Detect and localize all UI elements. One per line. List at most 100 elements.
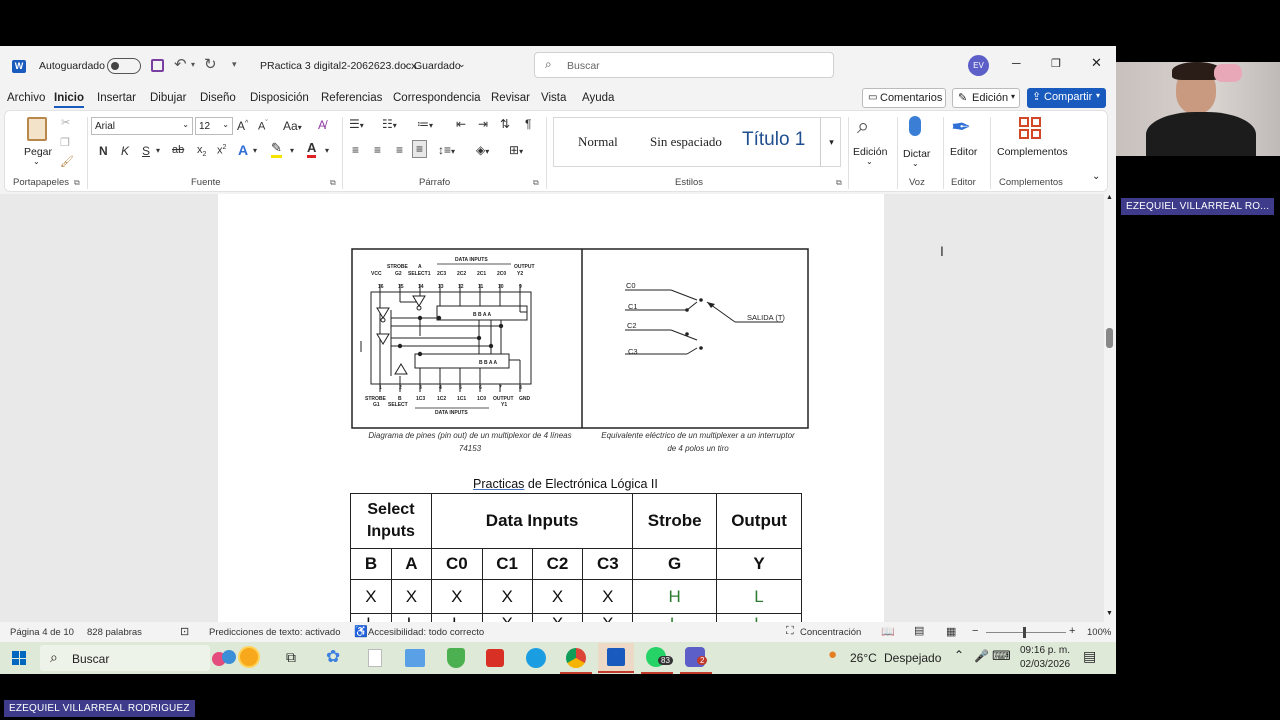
chrome-icon[interactable] — [566, 648, 586, 668]
multilevel-list-icon[interactable]: ≔▾ — [417, 117, 433, 131]
page-count[interactable]: Página 4 de 10 — [10, 627, 74, 638]
accessibility-status[interactable]: Accesibilidad: todo correcto — [368, 627, 484, 638]
weather-widget-icon[interactable] — [212, 646, 270, 670]
customize-qat-icon[interactable]: ▾ — [232, 59, 237, 70]
windows-start-icon[interactable] — [12, 651, 26, 665]
font-size-select[interactable]: 12 ⌄ — [195, 117, 233, 135]
save-icon[interactable] — [151, 59, 164, 72]
restore-icon[interactable]: ❐ — [1051, 57, 1061, 70]
tab-revisar[interactable]: Revisar — [491, 92, 530, 104]
style-normal[interactable]: Normal — [578, 134, 618, 150]
microphone-icon[interactable] — [909, 116, 921, 136]
copy-icon[interactable]: ❐ — [60, 136, 70, 149]
document-area[interactable]: DATA INPUTS OUTPUT VCC STROBE G2 A SELEC… — [0, 194, 1104, 648]
clock-time[interactable]: 09:16 p. m. — [1020, 645, 1070, 656]
word-count[interactable]: 828 palabras — [87, 627, 142, 638]
tab-inicio[interactable]: Inicio — [54, 92, 85, 108]
dialog-launcher-icon[interactable]: ⧉ — [330, 178, 336, 188]
underline-dropdown-icon[interactable]: ▾ — [156, 146, 160, 155]
undo-dropdown-icon[interactable]: ▾ — [191, 60, 195, 69]
share-button[interactable]: ⇪ Compartir ▾ — [1027, 88, 1106, 108]
paste-icon[interactable] — [27, 117, 47, 141]
subscript-button[interactable]: x2 — [197, 144, 206, 158]
shrink-font-icon[interactable]: Aˇ — [258, 120, 268, 133]
tab-diseno[interactable]: Diseño — [200, 92, 236, 104]
saved-chevron-icon[interactable]: ⌄ — [458, 59, 466, 70]
superscript-button[interactable]: x2 — [217, 144, 226, 157]
autosave-toggle[interactable] — [107, 58, 141, 74]
align-right-icon[interactable]: ≡ — [396, 143, 403, 157]
dialog-launcher-icon[interactable]: ⧉ — [533, 178, 539, 188]
tab-ayuda[interactable]: Ayuda — [582, 92, 614, 104]
proofing-icon[interactable]: ⊡ — [180, 625, 189, 638]
close-icon[interactable]: ✕ — [1091, 55, 1102, 71]
focus-mode[interactable]: Concentración — [800, 627, 861, 638]
addins-icon[interactable] — [1019, 117, 1041, 139]
font-color-icon[interactable]: A — [307, 141, 317, 158]
weather-desc[interactable]: Despejado — [884, 651, 941, 665]
align-left-icon[interactable]: ≡ — [352, 143, 359, 157]
strikethrough-button[interactable]: ab — [172, 144, 184, 156]
chevron-down-icon[interactable]: ⌄ — [866, 157, 873, 166]
keyboard-icon[interactable]: ⌨ — [992, 648, 1011, 664]
text-effects-icon[interactable]: A — [238, 142, 248, 158]
chevron-down-icon[interactable]: ▾ — [290, 146, 294, 155]
pdf-icon[interactable] — [486, 649, 504, 667]
tab-referencias[interactable]: Referencias — [321, 92, 382, 104]
shading-icon[interactable]: ◈▾ — [476, 143, 489, 157]
chevron-up-icon[interactable]: ⌃ — [954, 648, 964, 662]
zoom-out-icon[interactable]: − — [972, 625, 978, 637]
undo-icon[interactable]: ↶ — [174, 55, 187, 73]
tab-archivo[interactable]: Archivo — [7, 92, 45, 104]
text-predictions[interactable]: Predicciones de texto: activado — [209, 627, 341, 638]
accessibility-icon[interactable]: ♿ — [354, 625, 368, 638]
format-painter-icon[interactable]: 🖌 — [60, 155, 74, 168]
tab-vista[interactable]: Vista — [541, 92, 566, 104]
tab-dibujar[interactable]: Dibujar — [150, 92, 186, 104]
editor-label[interactable]: Editor — [950, 146, 977, 158]
cut-icon[interactable]: ✂ — [61, 116, 70, 129]
style-no-spacing[interactable]: Sin espaciado — [650, 134, 722, 150]
font-name-select[interactable]: Arial ⌄ — [91, 117, 193, 135]
change-case-icon[interactable]: Aa▾ — [283, 119, 302, 133]
zoom-level[interactable]: 100% — [1087, 627, 1111, 638]
decrease-indent-icon[interactable]: ⇤ — [456, 117, 466, 131]
word-taskbar-icon[interactable] — [598, 643, 634, 673]
grow-font-icon[interactable]: A^ — [237, 119, 248, 133]
document-page[interactable]: DATA INPUTS OUTPUT VCC STROBE G2 A SELEC… — [218, 194, 884, 648]
minimize-icon[interactable]: ─ — [1012, 56, 1021, 70]
vertical-scrollbar[interactable]: ▲ ▼ — [1104, 194, 1116, 622]
weather-icon[interactable]: ● — [828, 646, 837, 663]
comments-button[interactable]: ▭ Comentarios — [862, 88, 946, 108]
clock-date[interactable]: 02/03/2026 — [1020, 659, 1070, 670]
notifications-icon[interactable]: ▤ — [1083, 648, 1096, 665]
photos-icon[interactable] — [405, 649, 425, 667]
justify-icon[interactable]: ≡ — [412, 140, 428, 158]
notepad-icon[interactable] — [368, 649, 382, 667]
copilot-icon[interactable]: ✿ — [326, 647, 340, 667]
web-layout-icon[interactable]: ▦ — [946, 625, 956, 638]
tab-insertar[interactable]: Insertar — [97, 92, 136, 104]
style-heading-1[interactable]: Título 1 — [742, 129, 805, 151]
search-box[interactable]: ⌕ Buscar — [534, 52, 834, 78]
redo-icon[interactable]: ↻ — [204, 55, 217, 73]
tab-correspondencia[interactable]: Correspondencia — [393, 92, 481, 104]
dialog-launcher-icon[interactable]: ⧉ — [836, 178, 842, 188]
microphone-tray-icon[interactable]: 🎤 — [974, 649, 989, 663]
dialog-launcher-icon[interactable]: ⧉ — [74, 178, 80, 188]
bullets-icon[interactable]: ☰▾ — [349, 117, 364, 131]
styles-more-button[interactable]: ▾ — [820, 117, 842, 167]
clear-formatting-icon[interactable]: A̸ — [318, 118, 326, 132]
highlight-icon[interactable]: ✎ — [271, 141, 282, 158]
avatar[interactable]: EV — [968, 55, 989, 76]
scroll-down-icon[interactable]: ▼ — [1106, 610, 1113, 617]
document-title[interactable]: PRactica 3 digital2-2062623.docx — [260, 60, 416, 72]
increase-indent-icon[interactable]: ⇥ — [478, 117, 488, 131]
task-view-icon[interactable]: ⧉ — [286, 649, 296, 666]
addins-label[interactable]: Complementos — [997, 146, 1068, 158]
saved-status[interactable]: Guardado — [414, 60, 461, 72]
zoom-slider-thumb[interactable] — [1023, 627, 1026, 638]
underline-button[interactable]: S — [142, 144, 150, 158]
bold-button[interactable]: N — [99, 144, 108, 158]
scroll-thumb[interactable] — [1106, 328, 1113, 348]
